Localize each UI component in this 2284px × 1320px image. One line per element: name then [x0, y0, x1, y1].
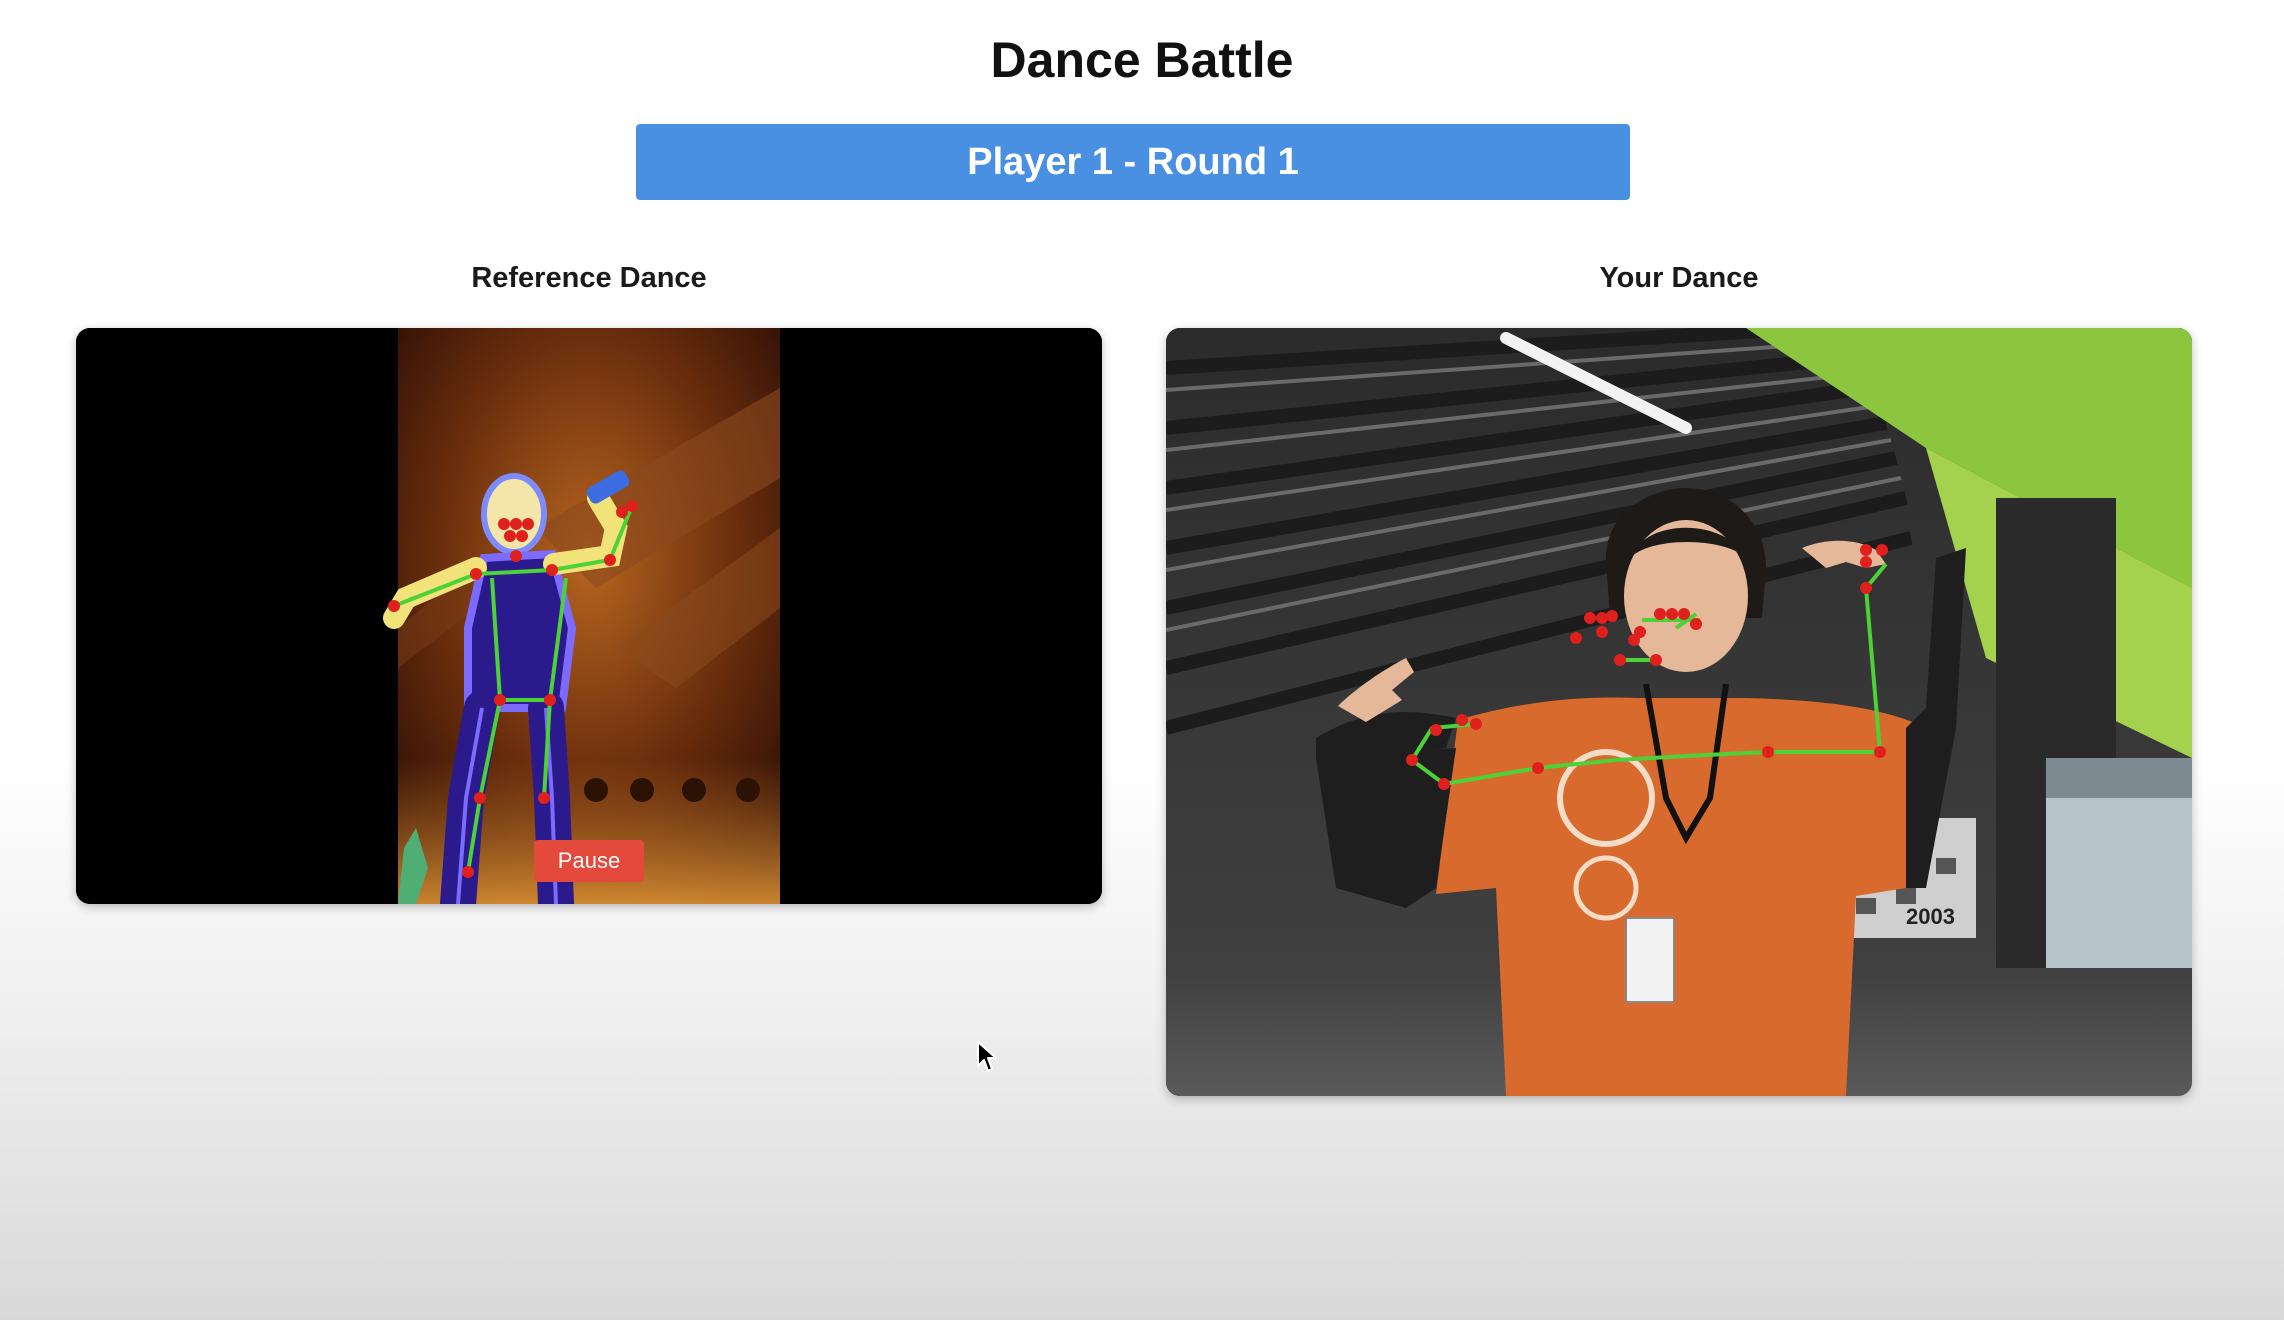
app-title: Dance Battle: [990, 32, 1294, 88]
pause-button[interactable]: Pause: [534, 840, 644, 882]
reference-video[interactable]: Pause: [76, 328, 1102, 904]
round-status-banner: Player 1 - Round 1: [636, 124, 1630, 200]
reference-video-frame: [76, 328, 1102, 904]
webcam-video-frame: 2002 2003 200: [1166, 328, 2192, 1096]
wall-number-2003: 2003: [1906, 904, 1955, 929]
webcam-video: 2002 2003 200: [1166, 328, 2192, 1096]
your-dance-label: Your Dance: [1599, 262, 1759, 294]
mouse-pointer-icon: [977, 1041, 997, 1072]
reference-dance-label: Reference Dance: [471, 262, 707, 294]
